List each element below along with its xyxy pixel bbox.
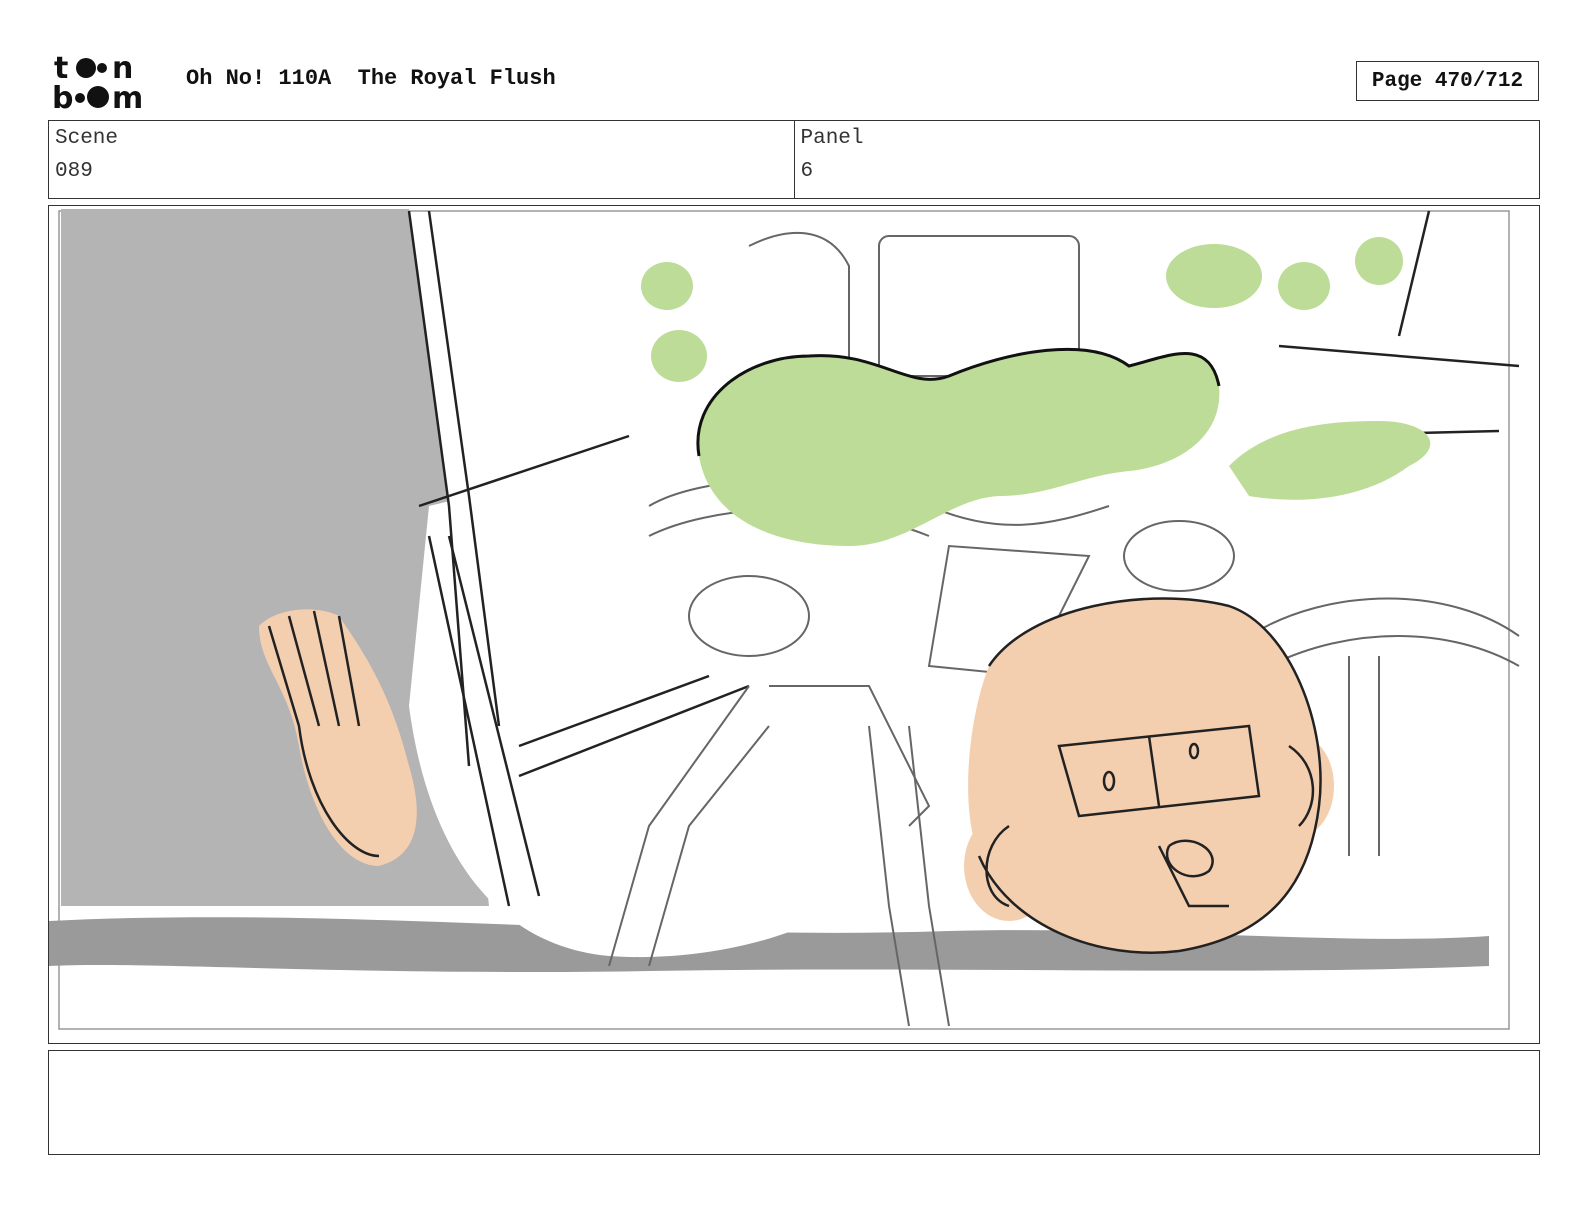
panel-notes <box>48 1050 1540 1155</box>
page-number: Page 470/712 <box>1371 69 1524 93</box>
svg-text:m: m <box>112 81 143 112</box>
panel-label: Panel <box>800 127 864 150</box>
storyboard-panel <box>48 205 1540 1044</box>
document-title: Oh No! 110A The Royal Flush <box>186 66 556 91</box>
panel-cell: Panel 6 <box>793 121 1540 198</box>
scene-panel-info: Scene 089 Panel 6 <box>48 120 1540 199</box>
svg-text:b: b <box>52 81 73 112</box>
character-face <box>964 597 1334 954</box>
scene-cell: Scene 089 <box>49 121 794 198</box>
scene-label: Scene <box>55 127 119 150</box>
scene-value: 089 <box>55 160 93 183</box>
slime <box>641 237 1431 546</box>
storyboard-sketch <box>49 209 1520 1030</box>
panel-value: 6 <box>800 160 814 183</box>
toon-boom-logo: t n b m <box>52 50 164 116</box>
page-number-box: Page 470/712 <box>1356 61 1539 101</box>
